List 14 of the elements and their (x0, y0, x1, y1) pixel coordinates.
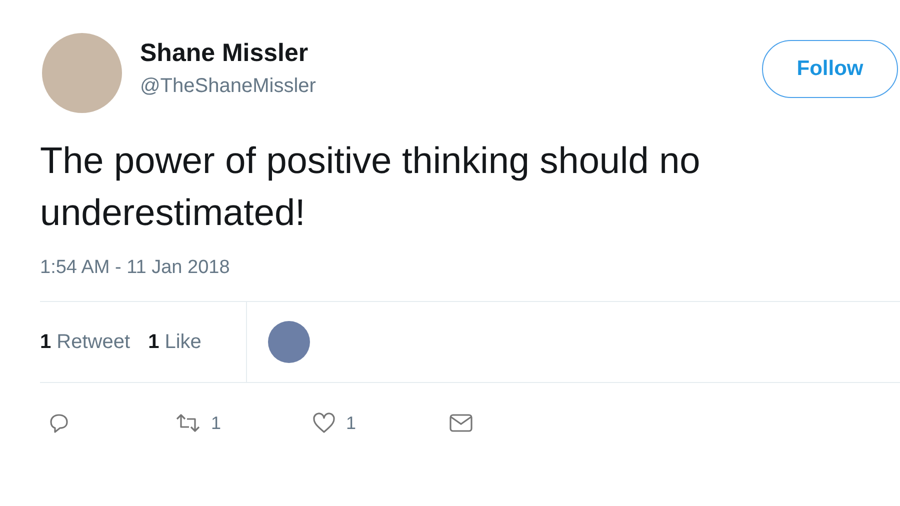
liker-avatar[interactable] (268, 321, 310, 363)
envelope-icon[interactable] (449, 413, 473, 433)
tweet-text-line: underestimated! (40, 191, 306, 235)
reply-icon[interactable] (48, 412, 70, 434)
author-handle[interactable]: @TheShaneMissler (140, 75, 316, 98)
tweet-text-line: The power of positive thinking should no (40, 139, 702, 183)
timestamp[interactable]: 1:54 AM - 11 Jan 2018 (40, 257, 900, 279)
action-count: 1 (211, 412, 222, 434)
retweet-icon[interactable] (175, 413, 201, 433)
action-count: 1 (346, 412, 356, 434)
heart-icon[interactable] (312, 412, 336, 434)
stat-link[interactable]: 1 Retweet (40, 330, 130, 354)
stat-link[interactable]: 1 Like (148, 330, 202, 354)
author-name[interactable]: Shane Missler (140, 37, 316, 69)
